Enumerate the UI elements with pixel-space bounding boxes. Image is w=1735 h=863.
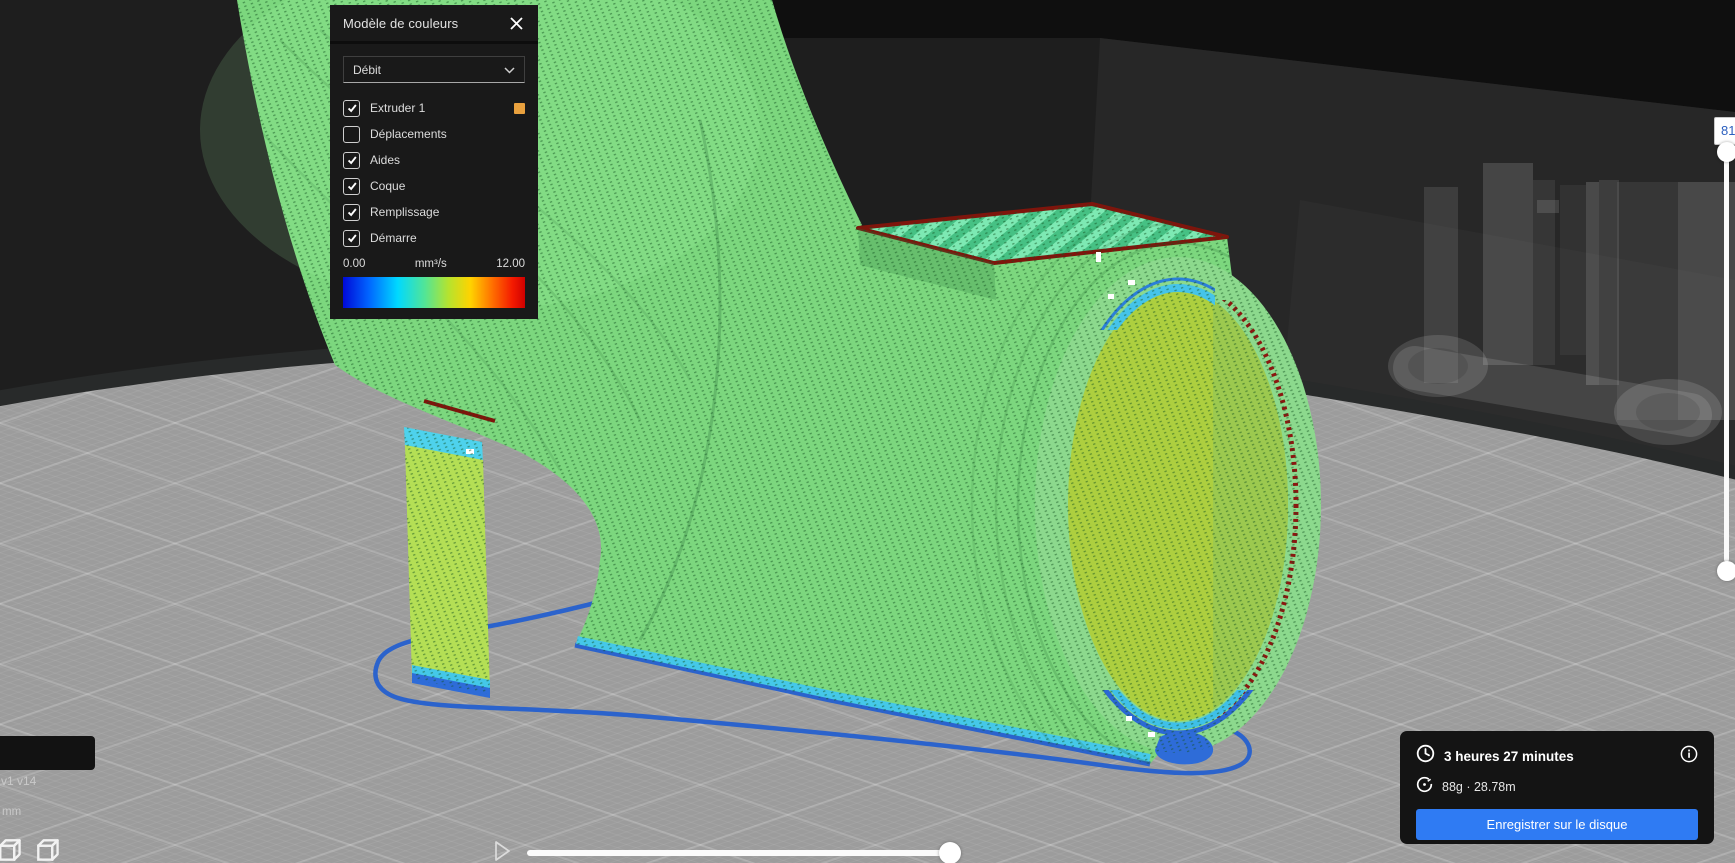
layer-slider-track[interactable] (1724, 150, 1729, 562)
cube-view-icon-2[interactable] (33, 835, 65, 863)
layer-slider-lower-handle[interactable] (1717, 561, 1735, 581)
bottom-left-tooltip (0, 736, 95, 770)
clock-icon (1416, 744, 1435, 768)
extruder1-color-swatch (514, 102, 525, 114)
shell-label: Coque (370, 179, 406, 193)
extruder1-label: Extruder 1 (370, 101, 426, 115)
print-summary-panel: 3 heures 27 minutes 88g · 28.78m Enregis… (1400, 731, 1714, 844)
starts-label: Démarre (370, 231, 417, 245)
dropdown-value: Débit (353, 62, 382, 77)
flow-scale-labels: 0.00 mm³/s 12.00 (343, 258, 525, 270)
travels-label: Déplacements (370, 127, 447, 141)
travels-checkbox[interactable] (343, 125, 360, 143)
play-icon[interactable] (492, 839, 514, 863)
legend-row-extruder1: Extruder 1 (343, 95, 525, 121)
chevron-down-icon (504, 63, 515, 77)
layer-slider-upper-handle[interactable] (1717, 142, 1735, 162)
model-name-text: v1 v14 (1, 774, 37, 788)
cura-preview-window: Modèle de couleurs Débit Extruder 1 Dépl… (0, 0, 1735, 863)
helpers-checkbox[interactable] (343, 151, 360, 169)
panel-title: Modèle de couleurs (343, 15, 459, 31)
save-to-disk-button[interactable]: Enregistrer sur le disque (1416, 809, 1698, 840)
flow-gradient-bar (343, 277, 525, 308)
helpers-label: Aides (370, 153, 401, 167)
cube-view-icon[interactable] (0, 835, 27, 863)
legend-row-shell: Coque (343, 173, 525, 199)
scale-min: 0.00 (343, 258, 366, 270)
scale-max: 12.00 (496, 258, 525, 270)
current-layer-indicator[interactable]: 81 (1714, 117, 1735, 145)
info-icon[interactable] (1680, 745, 1698, 768)
print-duration: 3 heures 27 minutes (1444, 748, 1574, 764)
legend-row-infill: Remplissage (343, 199, 525, 225)
scale-unit: mm³/s (414, 258, 447, 270)
legend-row-starts: Démarre (343, 225, 525, 251)
extruder1-checkbox[interactable] (343, 99, 360, 117)
color-scheme-dropdown[interactable]: Débit (343, 56, 525, 83)
color-scheme-panel: Modèle de couleurs Débit Extruder 1 Dépl… (330, 5, 538, 319)
legend-row-travels: Déplacements (343, 121, 525, 147)
close-icon[interactable] (507, 14, 525, 32)
shell-checkbox[interactable] (343, 177, 360, 195)
legend-row-helpers: Aides (343, 147, 525, 173)
starts-checkbox[interactable] (343, 229, 360, 247)
simulation-slider-handle[interactable] (939, 842, 961, 863)
simulation-slider-track[interactable] (527, 850, 951, 856)
material-usage: 88g · 28.78m (1442, 780, 1516, 794)
spool-icon (1416, 776, 1433, 798)
infill-checkbox[interactable] (343, 203, 360, 221)
infill-label: Remplissage (370, 205, 440, 219)
unit-label: mm (2, 806, 22, 818)
